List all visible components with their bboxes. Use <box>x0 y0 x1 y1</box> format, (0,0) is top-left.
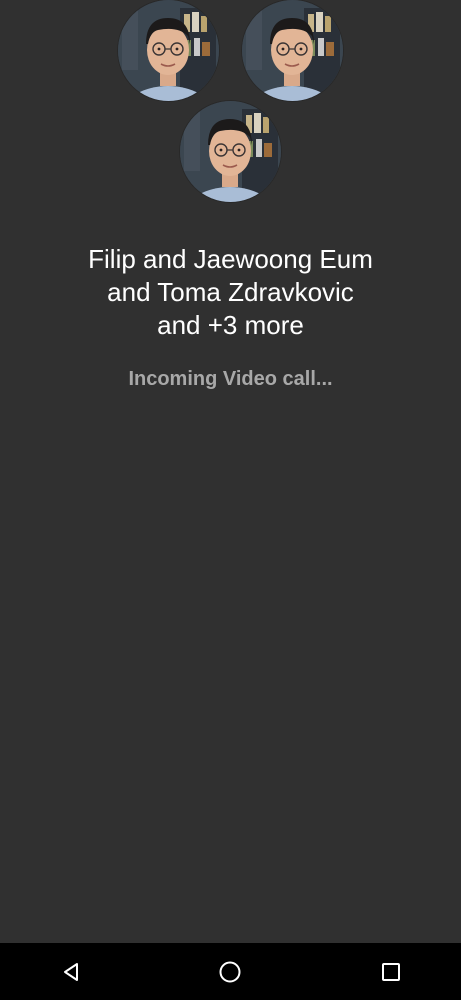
caller-names: Filip and Jaewoong Eum and Toma Zdravkov… <box>40 243 421 342</box>
person-photo-icon <box>118 0 219 101</box>
recents-square-icon <box>382 962 400 981</box>
back-triangle-icon <box>64 962 78 981</box>
home-circle-icon <box>219 961 241 982</box>
participant-avatar-2 <box>242 0 343 101</box>
call-status-text: Incoming Video call... <box>128 368 333 390</box>
person-photo-icon <box>242 0 343 101</box>
nav-recents-button[interactable] <box>361 943 421 1000</box>
nav-home-button[interactable] <box>200 943 260 1000</box>
nav-back-button[interactable] <box>41 943 101 1000</box>
participant-avatar-3 <box>180 101 281 202</box>
caller-names-line-1: Filip and Jaewoong Eum <box>88 244 373 274</box>
caller-names-line-3: and +3 more <box>157 310 304 340</box>
caller-names-line-2: and Toma Zdravkovic <box>107 277 354 307</box>
person-photo-icon <box>180 101 281 202</box>
participant-avatar-1 <box>118 0 219 101</box>
incoming-call-screen: Filip and Jaewoong Eum and Toma Zdravkov… <box>0 0 461 1000</box>
system-navigation-bar <box>0 943 461 1000</box>
